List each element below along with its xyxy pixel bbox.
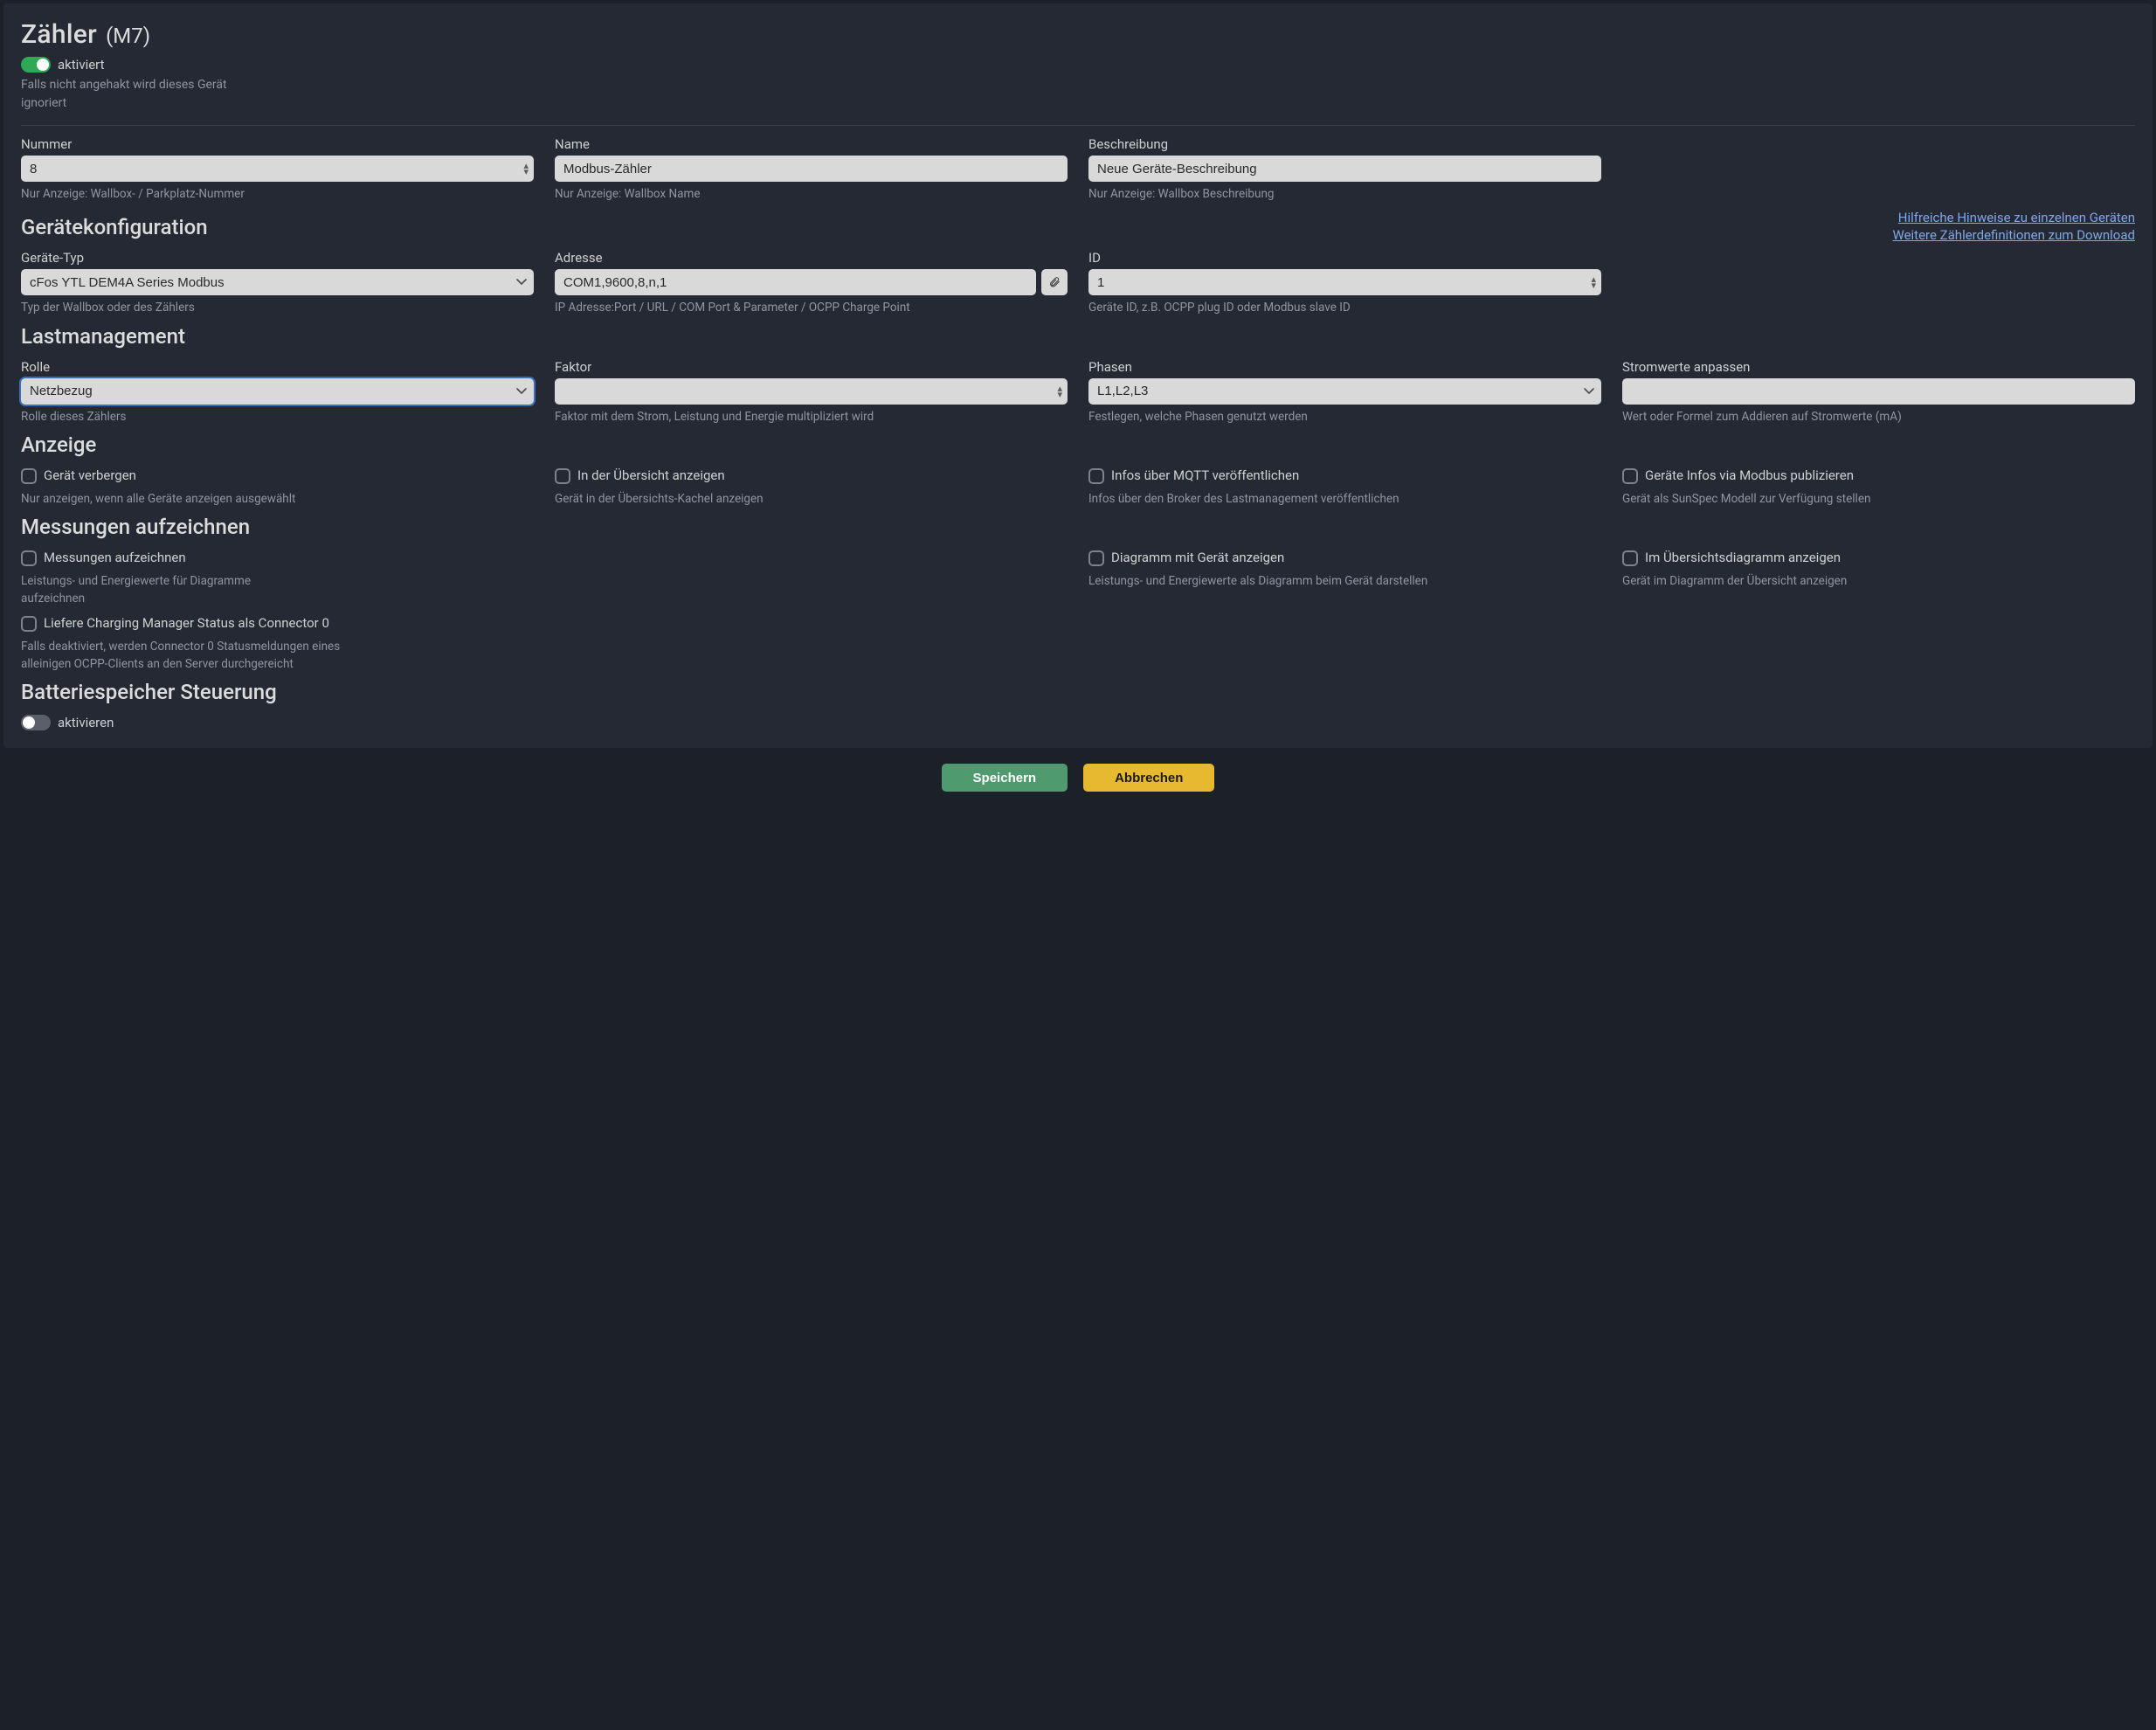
- show-overview-label: In der Übersicht anzeigen: [577, 467, 725, 483]
- recording-heading: Messungen aufzeichnen: [21, 515, 2135, 539]
- mqtt-checkbox[interactable]: [1088, 468, 1104, 484]
- id-field[interactable]: [1088, 269, 1601, 295]
- phases-hint: Festlegen, welche Phasen genutzt werden: [1088, 408, 1601, 426]
- address-field[interactable]: [555, 269, 1036, 295]
- description-label: Beschreibung: [1088, 136, 1601, 152]
- display-heading: Anzeige: [21, 432, 2135, 457]
- diagram-device-label: Diagramm mit Gerät anzeigen: [1111, 550, 1284, 565]
- activated-toggle[interactable]: [21, 57, 51, 73]
- adjust-hint: Wert oder Formel zum Addieren auf Stromw…: [1622, 408, 2135, 426]
- number-hint: Nur Anzeige: Wallbox- / Parkplatz-Nummer: [21, 185, 534, 203]
- hide-device-hint: Nur anzeigen, wenn alle Geräte anzeigen …: [21, 490, 534, 508]
- name-label: Name: [555, 136, 1068, 152]
- phases-select[interactable]: L1,L2,L3: [1088, 378, 1601, 405]
- save-button[interactable]: Speichern: [942, 764, 1068, 792]
- activated-label: aktiviert: [58, 57, 105, 73]
- role-hint: Rolle dieses Zählers: [21, 408, 534, 426]
- number-label: Nummer: [21, 136, 534, 152]
- mqtt-label: Infos über MQTT veröffentlichen: [1111, 467, 1299, 483]
- battery-heading: Batteriespeicher Steuerung: [21, 680, 2135, 704]
- hide-device-checkbox[interactable]: [21, 468, 37, 484]
- description-hint: Nur Anzeige: Wallbox Beschreibung: [1088, 185, 1601, 203]
- name-hint: Nur Anzeige: Wallbox Name: [555, 185, 1068, 203]
- overview-diagram-hint: Gerät im Diagramm der Übersicht anzeigen: [1622, 572, 2135, 590]
- activated-hint: Falls nicht angehakt wird dieses Gerät i…: [21, 76, 248, 113]
- description-field[interactable]: [1088, 156, 1601, 182]
- modbus-publish-hint: Gerät als SunSpec Modell zur Verfügung s…: [1622, 490, 2135, 508]
- overview-diagram-checkbox[interactable]: [1622, 550, 1638, 566]
- device-type-hint: Typ der Wallbox oder des Zählers: [21, 299, 534, 316]
- name-field[interactable]: [555, 156, 1068, 182]
- address-hint: IP Adresse:Port / URL / COM Port & Param…: [555, 299, 1068, 316]
- phases-label: Phasen: [1088, 359, 1601, 375]
- diagram-device-checkbox[interactable]: [1088, 550, 1104, 566]
- factor-hint: Faktor mit dem Strom, Leistung und Energ…: [555, 408, 1068, 426]
- id-hint: Geräte ID, z.B. OCPP plug ID oder Modbus…: [1088, 299, 1601, 316]
- battery-activate-label: aktivieren: [58, 715, 114, 730]
- connector0-hint: Falls deaktiviert, werden Connector 0 St…: [21, 638, 370, 674]
- cancel-button[interactable]: Abbrechen: [1083, 764, 1214, 792]
- show-overview-checkbox[interactable]: [555, 468, 570, 484]
- role-label: Rolle: [21, 359, 534, 375]
- modbus-publish-checkbox[interactable]: [1622, 468, 1638, 484]
- divider: [21, 125, 2135, 126]
- meter-defs-link[interactable]: Weitere Zählerdefinitionen zum Download: [1893, 227, 2136, 243]
- adjust-field[interactable]: [1622, 378, 2135, 405]
- config-panel: Zähler (M7) aktiviert Falls nicht angeha…: [3, 3, 2153, 748]
- connector0-label: Liefere Charging Manager Status als Conn…: [44, 615, 329, 631]
- diagram-device-hint: Leistungs- und Energiewerte als Diagramm…: [1088, 572, 1601, 590]
- paperclip-icon: [1048, 276, 1061, 288]
- show-overview-hint: Gerät in der Übersichts-Kachel anzeigen: [555, 490, 1068, 508]
- record-label: Messungen aufzeichnen: [44, 550, 186, 565]
- help-devices-link[interactable]: Hilfreiche Hinweise zu einzelnen Geräten: [1898, 210, 2135, 225]
- connector0-checkbox[interactable]: [21, 616, 37, 632]
- record-checkbox[interactable]: [21, 550, 37, 566]
- address-label: Adresse: [555, 250, 1068, 266]
- adjust-label: Stromwerte anpassen: [1622, 359, 2135, 375]
- id-label: ID: [1088, 250, 1601, 266]
- factor-label: Faktor: [555, 359, 1068, 375]
- device-config-heading: Gerätekonfiguration: [21, 215, 208, 239]
- record-hint: Leistungs- und Energiewerte für Diagramm…: [21, 572, 283, 608]
- load-mgmt-heading: Lastmanagement: [21, 324, 2135, 349]
- battery-toggle[interactable]: [21, 715, 51, 730]
- hide-device-label: Gerät verbergen: [44, 467, 136, 483]
- attach-button[interactable]: [1041, 269, 1068, 295]
- device-type-label: Geräte-Typ: [21, 250, 534, 266]
- factor-field[interactable]: [555, 378, 1068, 405]
- device-type-select[interactable]: cFos YTL DEM4A Series Modbus: [21, 269, 534, 295]
- modbus-publish-label: Geräte Infos via Modbus publizieren: [1645, 467, 1854, 483]
- overview-diagram-label: Im Übersichtsdiagramm anzeigen: [1645, 550, 1841, 565]
- number-field[interactable]: [21, 156, 534, 182]
- footer: Speichern Abbrechen: [0, 751, 2156, 806]
- mqtt-hint: Infos über den Broker des Lastmanagement…: [1088, 490, 1601, 508]
- page-title-sub: (M7): [106, 24, 150, 48]
- page-title: Zähler: [21, 19, 97, 50]
- role-select[interactable]: Netzbezug: [21, 378, 534, 405]
